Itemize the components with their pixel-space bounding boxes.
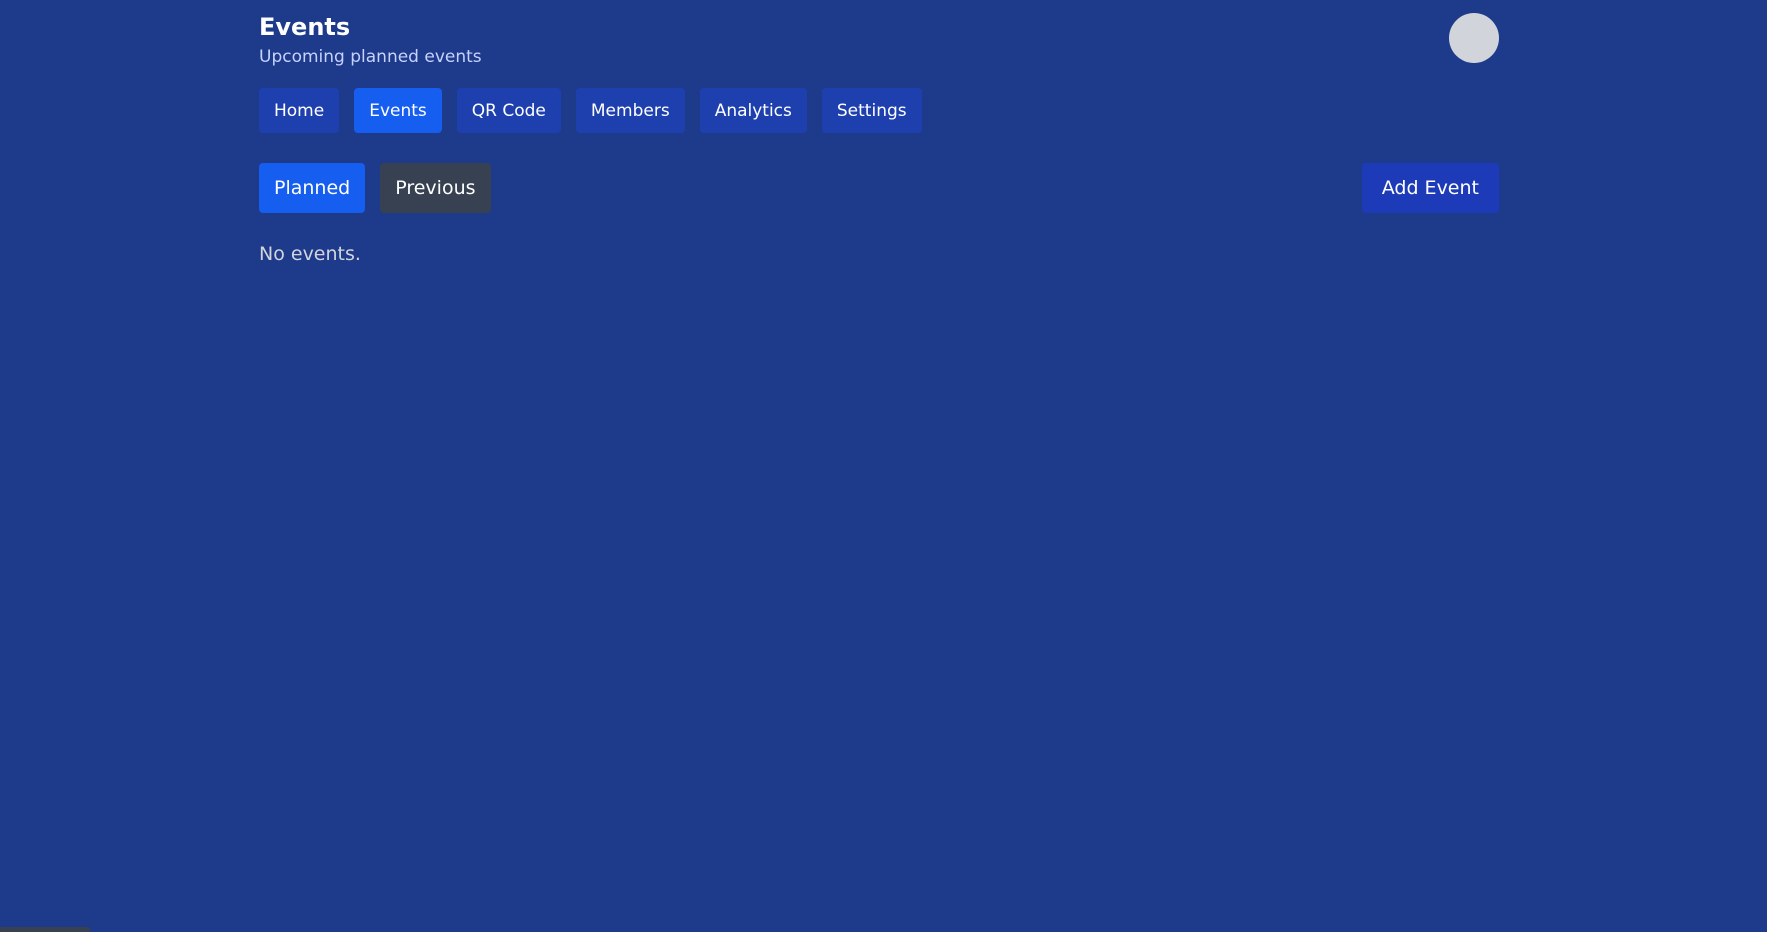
nav-item-home[interactable]: Home — [259, 88, 340, 133]
nav-item-analytics[interactable]: Analytics — [699, 88, 807, 133]
empty-state-message: No events. — [259, 243, 361, 265]
nav-item-events[interactable]: Events — [354, 88, 442, 133]
page-title: Events — [259, 13, 351, 41]
nav-item-settings[interactable]: Settings — [821, 88, 922, 133]
previous-filter-button[interactable]: Previous — [380, 163, 491, 213]
event-filter-group: Planned Previous — [259, 163, 491, 213]
nav-item-qr-code[interactable]: QR Code — [456, 88, 561, 133]
nav-item-members[interactable]: Members — [575, 88, 685, 133]
horizontal-scrollbar[interactable] — [0, 927, 90, 932]
page-subtitle: Upcoming planned events — [259, 47, 482, 67]
avatar[interactable] — [1449, 13, 1499, 63]
main-nav: Home Events QR Code Members Analytics Se… — [259, 88, 922, 133]
events-page: Events Upcoming planned events Home Even… — [259, 0, 1499, 932]
add-event-button[interactable]: Add Event — [1361, 163, 1499, 213]
planned-filter-button[interactable]: Planned — [259, 163, 366, 213]
